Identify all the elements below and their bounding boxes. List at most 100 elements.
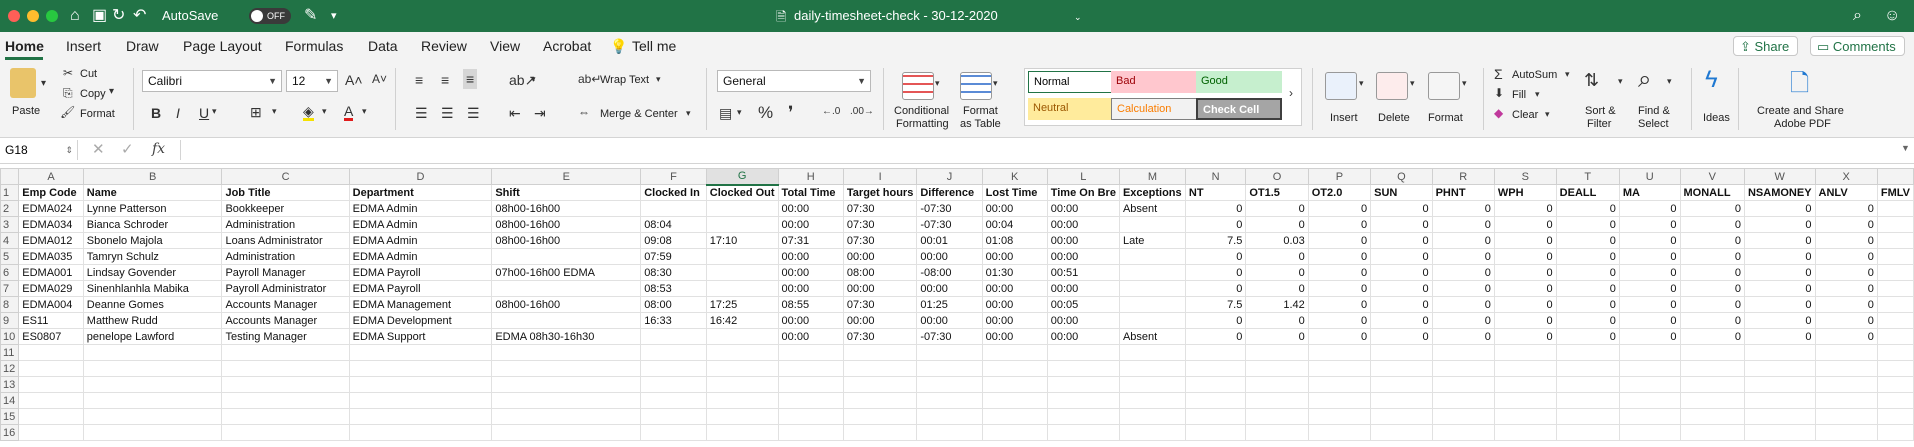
cell[interactable] [705, 280, 779, 297]
italic-icon[interactable]: I [176, 105, 180, 121]
cell[interactable]: 0 [1743, 248, 1816, 265]
worksheet-grid[interactable]: ABCDEFGHIJKLMNOPQRSTUVWX 1 Emp Code Name Jo… [0, 168, 1914, 447]
find-select-label-2[interactable]: Select [1638, 118, 1669, 130]
decrease-decimal-icon[interactable]: .00→ [850, 106, 874, 117]
column-header-l[interactable]: L [1046, 168, 1120, 185]
cell[interactable] [705, 408, 779, 425]
cell[interactable]: 07:30 [842, 216, 918, 233]
cell[interactable]: 0 [1370, 216, 1433, 233]
cell[interactable]: 0 [1679, 296, 1745, 313]
cell[interactable]: 07:30 [842, 328, 918, 345]
column-title-cell[interactable]: OT2.0 [1307, 184, 1372, 201]
cell[interactable] [1184, 408, 1247, 425]
cell[interactable]: 0 [1307, 312, 1372, 329]
cell[interactable] [1618, 424, 1681, 441]
cell[interactable]: 08:00 [842, 264, 918, 281]
row-header[interactable]: 6 [0, 264, 20, 281]
cell[interactable]: Tamryn Schulz [82, 248, 223, 265]
cell[interactable]: 0 [1184, 328, 1247, 345]
cell[interactable]: 0 [1245, 264, 1309, 281]
cell[interactable] [1876, 232, 1914, 249]
row-header[interactable]: 14 [0, 392, 20, 409]
cell[interactable] [1743, 392, 1816, 409]
cell[interactable] [916, 344, 983, 361]
cell[interactable] [981, 392, 1048, 409]
cell[interactable] [491, 408, 642, 425]
column-title-cell[interactable]: Shift [491, 184, 642, 201]
cell[interactable] [1245, 376, 1309, 393]
cell[interactable] [348, 424, 493, 441]
cell[interactable]: 0 [1618, 296, 1681, 313]
cell[interactable] [777, 392, 844, 409]
cell[interactable]: 00:00 [981, 280, 1048, 297]
fill-color-icon[interactable]: ◈ [303, 104, 314, 121]
cell[interactable] [1307, 344, 1372, 361]
cell[interactable]: 0 [1307, 280, 1372, 297]
find-select-icon[interactable]: ⌕ [1638, 66, 1651, 94]
zoom-window-button[interactable] [46, 10, 58, 22]
column-title-cell[interactable]: Clocked Out [705, 184, 779, 201]
underline-dropdown-icon[interactable]: ▾ [212, 106, 217, 117]
tab-data[interactable]: Data [368, 38, 398, 54]
cell[interactable] [842, 344, 918, 361]
cell[interactable]: 08h00-16h00 [491, 216, 642, 233]
cell[interactable] [1245, 360, 1309, 377]
cell[interactable] [221, 360, 350, 377]
cut-button[interactable]: Cut [80, 68, 97, 80]
align-left-icon[interactable]: ☰ [415, 105, 428, 122]
autosum-button[interactable]: AutoSum [1512, 69, 1557, 81]
cell[interactable]: 0 [1618, 312, 1681, 329]
cell[interactable] [1118, 360, 1186, 377]
cell[interactable] [82, 424, 223, 441]
cell[interactable]: 0 [1743, 264, 1816, 281]
cell[interactable] [981, 376, 1048, 393]
cell[interactable]: Deanne Gomes [82, 296, 223, 313]
cell[interactable]: 0 [1370, 232, 1433, 249]
cell[interactable]: 0 [1370, 296, 1433, 313]
cell[interactable]: 0 [1679, 248, 1745, 265]
share-button[interactable]: ⇪ Share [1733, 36, 1799, 56]
cell[interactable] [1876, 248, 1914, 265]
row-header[interactable]: 16 [0, 424, 20, 441]
cell[interactable]: 0 [1370, 200, 1433, 217]
cell[interactable]: 0 [1555, 232, 1620, 249]
cell[interactable]: 0 [1370, 248, 1433, 265]
cell[interactable]: 08:00 [640, 296, 707, 313]
cancel-icon[interactable]: ✕ [92, 140, 105, 158]
cell[interactable] [1876, 200, 1914, 217]
column-title-cell[interactable]: Difference [916, 184, 983, 201]
cell[interactable]: 0 [1814, 200, 1878, 217]
cell[interactable]: 01:08 [981, 232, 1048, 249]
sort-filter-label-2[interactable]: Filter [1587, 118, 1611, 130]
cell[interactable] [1046, 392, 1120, 409]
cell[interactable] [1618, 392, 1681, 409]
cell[interactable]: 17:10 [705, 232, 779, 249]
accounting-format-icon[interactable]: ▤ [719, 105, 732, 122]
cell[interactable]: 00:00 [1046, 216, 1120, 233]
sort-filter-dropdown-icon[interactable]: ▾ [1618, 76, 1623, 87]
cell[interactable]: 0 [1618, 264, 1681, 281]
cell[interactable] [705, 424, 779, 441]
cell[interactable] [1743, 360, 1816, 377]
cell[interactable] [1679, 424, 1745, 441]
cell[interactable]: -07:30 [916, 200, 983, 217]
cell[interactable] [221, 424, 350, 441]
cell[interactable]: EDMA004 [18, 296, 84, 313]
cell[interactable] [491, 376, 642, 393]
cell[interactable] [916, 424, 983, 441]
cell[interactable]: 08h00-16h00 [491, 200, 642, 217]
select-all-corner[interactable] [0, 168, 20, 185]
cell[interactable] [491, 392, 642, 409]
column-header-i[interactable]: I [842, 168, 918, 185]
cell[interactable]: Payroll Administrator [221, 280, 350, 297]
delete-cells-button[interactable]: Delete [1378, 112, 1410, 124]
cell[interactable]: 0 [1618, 328, 1681, 345]
style-good[interactable]: Good [1196, 71, 1282, 93]
cell[interactable] [1245, 392, 1309, 409]
undo-icon[interactable]: ↶ [133, 6, 146, 26]
cell[interactable]: 16:33 [640, 312, 707, 329]
cell[interactable]: 0 [1493, 264, 1557, 281]
cell[interactable]: EDMA Admin [348, 248, 493, 265]
cell[interactable]: 0 [1307, 216, 1372, 233]
cell[interactable] [916, 408, 983, 425]
